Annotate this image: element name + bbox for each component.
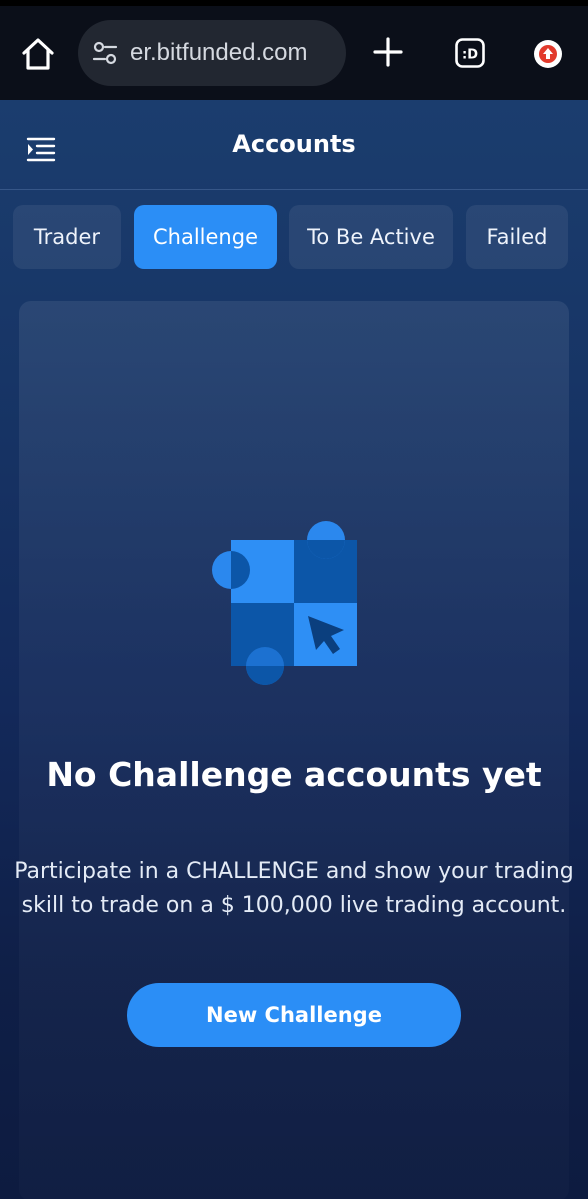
app-header: Accounts — [0, 100, 588, 190]
site-settings-icon[interactable] — [90, 38, 120, 68]
extension-icon[interactable] — [531, 37, 565, 71]
empty-state-description: Participate in a CHALLENGE and show your… — [14, 859, 574, 918]
new-challenge-button[interactable]: New Challenge — [127, 983, 461, 1047]
address-bar[interactable]: er.bitfunded.com — [78, 20, 346, 86]
tab-failed[interactable]: Failed — [466, 205, 568, 269]
tab-challenge[interactable]: Challenge — [134, 205, 277, 269]
tab-to-be-active[interactable]: To Be Active — [289, 205, 453, 269]
browser-toolbar: er.bitfunded.com :D — [0, 0, 588, 100]
status-bar-edge — [0, 0, 588, 6]
tab-count-label: :D — [462, 48, 478, 63]
tab-trader[interactable]: Trader — [13, 205, 121, 269]
account-tabs: Trader Challenge To Be Active Failed — [0, 205, 588, 269]
page-title: Accounts — [232, 130, 356, 158]
plus-icon[interactable] — [372, 36, 404, 68]
tabs-icon[interactable]: :D — [454, 37, 486, 69]
empty-state-title: No Challenge accounts yet — [46, 755, 542, 794]
tab-label: Challenge — [153, 225, 258, 249]
empty-state-card — [19, 301, 569, 1199]
url-text[interactable]: er.bitfunded.com — [130, 39, 307, 67]
tab-label: Failed — [486, 225, 548, 249]
tab-label: Trader — [33, 225, 101, 249]
tab-label: To Be Active — [307, 225, 435, 249]
home-icon[interactable] — [18, 34, 58, 74]
checkerboard-cursor-illustration — [212, 521, 357, 685]
